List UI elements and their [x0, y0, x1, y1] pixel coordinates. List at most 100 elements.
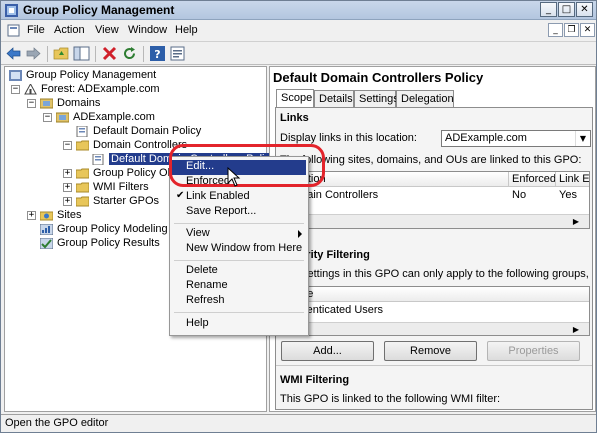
tab-details[interactable]: Details — [314, 90, 354, 108]
add-button[interactable]: Add... — [281, 341, 374, 361]
menu-item-delete[interactable]: Delete — [172, 264, 306, 279]
child-restore-button[interactable]: ❐ — [564, 23, 579, 37]
link-row-link-enabled[interactable]: Yes — [556, 188, 589, 202]
tree-collapse-toggle[interactable]: − — [63, 141, 72, 150]
menu-separator — [174, 223, 304, 224]
column-name[interactable]: Name — [281, 287, 589, 302]
tree-expand-toggle[interactable]: + — [63, 183, 72, 192]
section-divider — [276, 365, 592, 366]
column-link-enabled[interactable]: Link Enabled — [556, 172, 589, 187]
tab-settings[interactable]: Settings — [354, 90, 399, 108]
tree-collapse-toggle[interactable]: − — [43, 113, 52, 122]
child-minimize-button[interactable]: _ — [548, 23, 563, 37]
mmc-doc-icon[interactable] — [7, 24, 20, 37]
sites-icon — [40, 211, 53, 221]
gpo-link-icon — [92, 153, 104, 165]
svg-text:?: ? — [154, 48, 160, 61]
results-icon — [40, 237, 53, 249]
menu-item-link-enabled[interactable]: ✔ Link Enabled — [172, 190, 306, 205]
gpmc-root-icon — [9, 69, 22, 81]
security-horizontal-scrollbar[interactable]: ▶ — [281, 322, 589, 335]
remove-button[interactable]: Remove — [384, 341, 477, 361]
window-title: Group Policy Management — [23, 3, 175, 17]
details-pane: Default Domain Controllers Policy Scope … — [269, 66, 596, 412]
help-icon[interactable]: ? — [149, 45, 166, 62]
properties-button[interactable]: Properties — [487, 341, 580, 361]
gpmc-app-icon — [5, 4, 18, 17]
tree-node-sites[interactable]: Sites — [40, 209, 81, 223]
show-hide-tree-icon[interactable] — [73, 45, 90, 62]
scroll-right-icon[interactable]: ▶ — [569, 324, 583, 335]
domains-icon — [40, 98, 53, 109]
menu-view[interactable]: View — [95, 24, 119, 36]
tree-expand-toggle[interactable]: + — [63, 169, 72, 178]
menu-item-rename[interactable]: Rename — [172, 279, 306, 294]
tree-node-domains[interactable]: Domains — [40, 97, 100, 111]
highlight-callout — [169, 144, 325, 187]
scroll-right-icon[interactable]: ▶ — [569, 216, 583, 227]
tab-delegation[interactable]: Delegation — [396, 90, 454, 108]
child-close-button[interactable]: ✕ — [580, 23, 595, 37]
menu-item-help[interactable]: Help — [172, 317, 306, 332]
menu-separator — [174, 260, 304, 261]
tree-node-starter-gpos[interactable]: Starter GPOs — [76, 195, 159, 209]
mouse-cursor-icon — [227, 167, 241, 187]
tree-expand-toggle[interactable]: + — [27, 211, 36, 220]
properties-icon[interactable] — [169, 45, 186, 62]
chevron-down-icon[interactable]: ▼ — [575, 131, 590, 146]
tree-node-wmi-filters[interactable]: WMI Filters — [76, 181, 149, 195]
tree-collapse-toggle[interactable]: − — [27, 99, 36, 108]
linked-text: The following sites, domains, and OUs ar… — [280, 154, 582, 166]
forest-tree-icon — [24, 83, 37, 95]
tree-node-domain[interactable]: ADExample.com — [56, 111, 155, 125]
menu-separator — [174, 312, 304, 313]
refresh-icon[interactable] — [121, 45, 138, 62]
tree-collapse-toggle[interactable]: − — [11, 85, 20, 94]
links-horizontal-scrollbar[interactable]: ▶ — [281, 214, 589, 228]
tab-scope[interactable]: Scope — [276, 89, 314, 109]
modeling-icon — [40, 223, 53, 235]
menu-window[interactable]: Window — [128, 24, 167, 36]
menu-action[interactable]: Action — [54, 24, 85, 36]
link-row-enforced[interactable]: No — [509, 188, 556, 202]
wmi-filtering-heading: WMI Filtering — [280, 374, 350, 386]
menu-help[interactable]: Help — [175, 24, 198, 36]
tree-node-default-domain-policy[interactable]: Default Domain Policy — [76, 125, 201, 139]
close-window-button[interactable]: ✕ — [576, 2, 593, 17]
toolbar: ? — [1, 41, 596, 65]
security-row-name[interactable]: Authenticated Users — [281, 303, 589, 317]
status-text: Open the GPO editor — [5, 417, 109, 429]
tree-node-modeling[interactable]: Group Policy Modeling — [40, 223, 168, 237]
folder-icon — [76, 196, 89, 207]
title-bar: Group Policy Management _ □ ✕ — [1, 1, 596, 20]
location-select-value: ADExample.com — [445, 132, 527, 144]
menu-item-refresh[interactable]: Refresh — [172, 294, 306, 309]
link-row-location[interactable]: Domain Controllers — [281, 188, 509, 202]
tree-node-results[interactable]: Group Policy Results — [40, 237, 160, 251]
maximize-button[interactable]: □ — [558, 2, 575, 17]
tree-expand-toggle[interactable]: + — [63, 197, 72, 206]
location-select[interactable]: ADExample.com ▼ — [441, 130, 591, 147]
folder-icon — [76, 182, 89, 193]
up-folder-icon[interactable] — [53, 45, 70, 62]
ou-folder-icon — [76, 140, 89, 151]
menu-file[interactable]: File — [27, 24, 45, 36]
submenu-arrow-icon — [298, 230, 302, 238]
delete-icon[interactable] — [101, 45, 118, 62]
menu-item-save-report[interactable]: Save Report... — [172, 205, 306, 220]
security-grid: Name Authenticated Users ▶ — [280, 286, 590, 336]
back-arrow-icon[interactable] — [5, 45, 22, 62]
links-grid: Location Enforced Link Enabled Domain Co… — [280, 171, 590, 229]
folder-icon — [76, 168, 89, 179]
gpo-link-icon — [76, 125, 88, 137]
tree-node-forest[interactable]: Forest: ADExample.com — [24, 83, 160, 97]
display-links-label: Display links in this location: — [280, 132, 417, 144]
forward-arrow-icon[interactable] — [25, 45, 42, 62]
column-enforced[interactable]: Enforced — [509, 172, 556, 187]
menu-item-new-window[interactable]: New Window from Here — [172, 242, 306, 257]
checkmark-icon: ✔ — [176, 190, 185, 201]
minimize-button[interactable]: _ — [540, 2, 557, 17]
tree-node-root[interactable]: Group Policy Management — [9, 69, 156, 83]
security-filtering-text: The settings in this GPO can only apply … — [280, 268, 590, 280]
menu-item-view[interactable]: View — [172, 227, 306, 242]
